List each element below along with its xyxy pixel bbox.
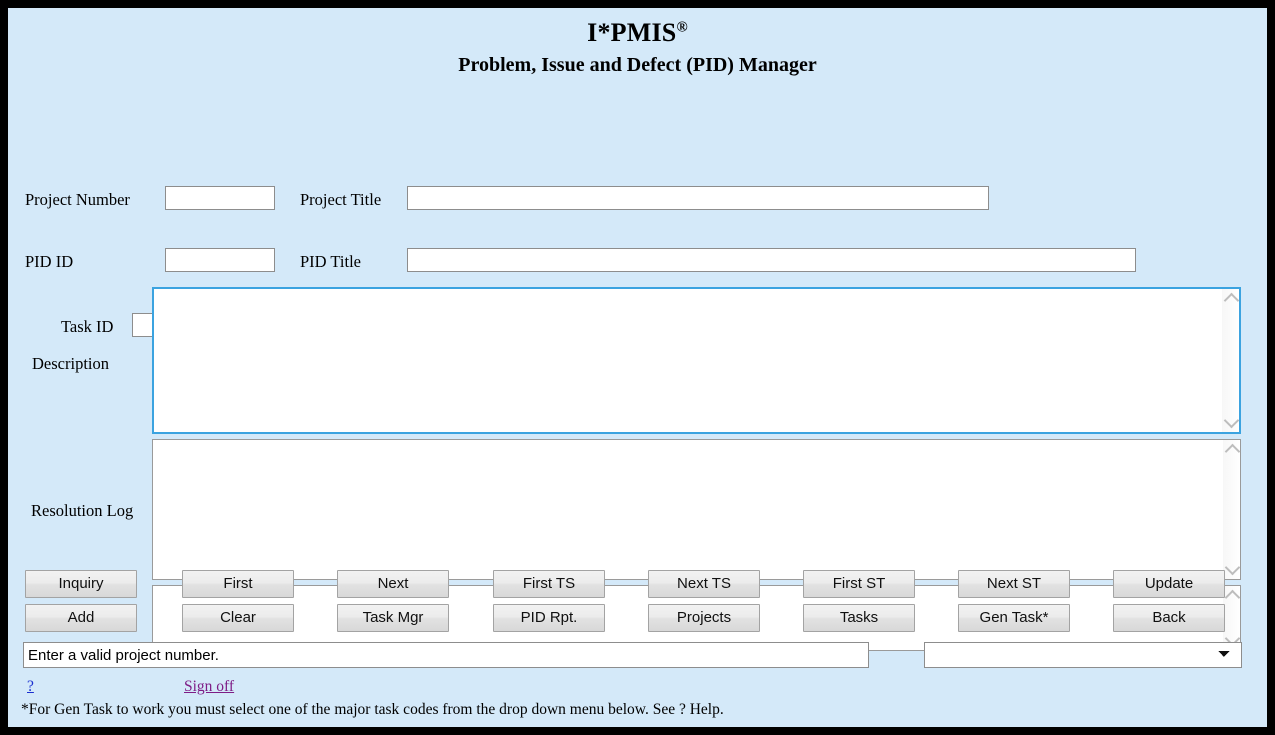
resolution-log-scrollbar[interactable]: [1223, 440, 1240, 580]
inquiry-button[interactable]: Inquiry: [25, 570, 137, 598]
add-button[interactable]: Add: [25, 604, 137, 632]
chevron-up-icon[interactable]: [1223, 586, 1240, 604]
status-message-input[interactable]: [23, 642, 869, 668]
task-code-select[interactable]: [924, 642, 1242, 668]
registered-trademark-icon: ®: [676, 19, 688, 36]
description-scrollbar[interactable]: [1222, 289, 1239, 433]
resolution-log-label: Resolution Log: [31, 501, 134, 521]
pid-manager-page: I*PMIS® Problem, Issue and Defect (PID) …: [8, 8, 1267, 727]
description-textarea[interactable]: [154, 289, 1222, 433]
page-header: I*PMIS® Problem, Issue and Defect (PID) …: [8, 8, 1267, 77]
first-st-button[interactable]: First ST: [803, 570, 915, 598]
pid-rpt-button[interactable]: PID Rpt.: [493, 604, 605, 632]
task-mgr-button[interactable]: Task Mgr: [337, 604, 449, 632]
update-button[interactable]: Update: [1113, 570, 1225, 598]
gen-task-footnote: *For Gen Task to work you must select on…: [21, 701, 724, 718]
signoff-link[interactable]: Sign off: [184, 678, 234, 696]
next-st-button[interactable]: Next ST: [958, 570, 1070, 598]
first-ts-button[interactable]: First TS: [493, 570, 605, 598]
project-title-label: Project Title: [300, 190, 382, 210]
pid-title-label: PID Title: [300, 252, 361, 272]
description-textarea-wrapper[interactable]: [152, 287, 1241, 435]
form-area: Project Number Project Title PID ID PID …: [8, 91, 1267, 652]
next-ts-button[interactable]: Next TS: [648, 570, 760, 598]
projects-button[interactable]: Projects: [648, 604, 760, 632]
chevron-up-icon[interactable]: [1222, 289, 1239, 307]
gen-task-button[interactable]: Gen Task*: [958, 604, 1070, 632]
clear-button[interactable]: Clear: [182, 604, 294, 632]
pid-title-input[interactable]: [407, 248, 1136, 273]
project-number-label: Project Number: [25, 190, 130, 210]
pid-id-input[interactable]: [165, 248, 275, 273]
project-title-input[interactable]: [407, 186, 989, 211]
back-button[interactable]: Back: [1113, 604, 1225, 632]
form-row-3: Task ID Type Scale Priority Status: [8, 153, 1267, 338]
chevron-up-icon[interactable]: [1223, 440, 1240, 458]
app-title: I*PMIS®: [8, 19, 1267, 46]
task-id-label: Task ID: [61, 317, 114, 337]
tasks-button[interactable]: Tasks: [803, 604, 915, 632]
resolution-log-textarea-wrapper[interactable]: [152, 439, 1241, 581]
page-subtitle: Problem, Issue and Defect (PID) Manager: [458, 54, 817, 77]
project-number-input[interactable]: [165, 186, 275, 211]
form-row-2: PID ID PID Title: [8, 122, 1267, 273]
pid-id-label: PID ID: [25, 252, 74, 272]
form-row-1: Project Number Project Title: [8, 91, 1267, 211]
chevron-down-icon[interactable]: [1222, 414, 1239, 432]
help-link[interactable]: ?: [27, 678, 34, 696]
log-entry-scrollbar[interactable]: [1223, 586, 1240, 651]
first-button[interactable]: First: [182, 570, 294, 598]
description-label: Description: [32, 354, 109, 374]
app-title-text: I*PMIS: [587, 18, 677, 47]
chevron-down-icon[interactable]: [1223, 561, 1240, 579]
resolution-log-textarea[interactable]: [153, 440, 1223, 580]
next-button[interactable]: Next: [337, 570, 449, 598]
